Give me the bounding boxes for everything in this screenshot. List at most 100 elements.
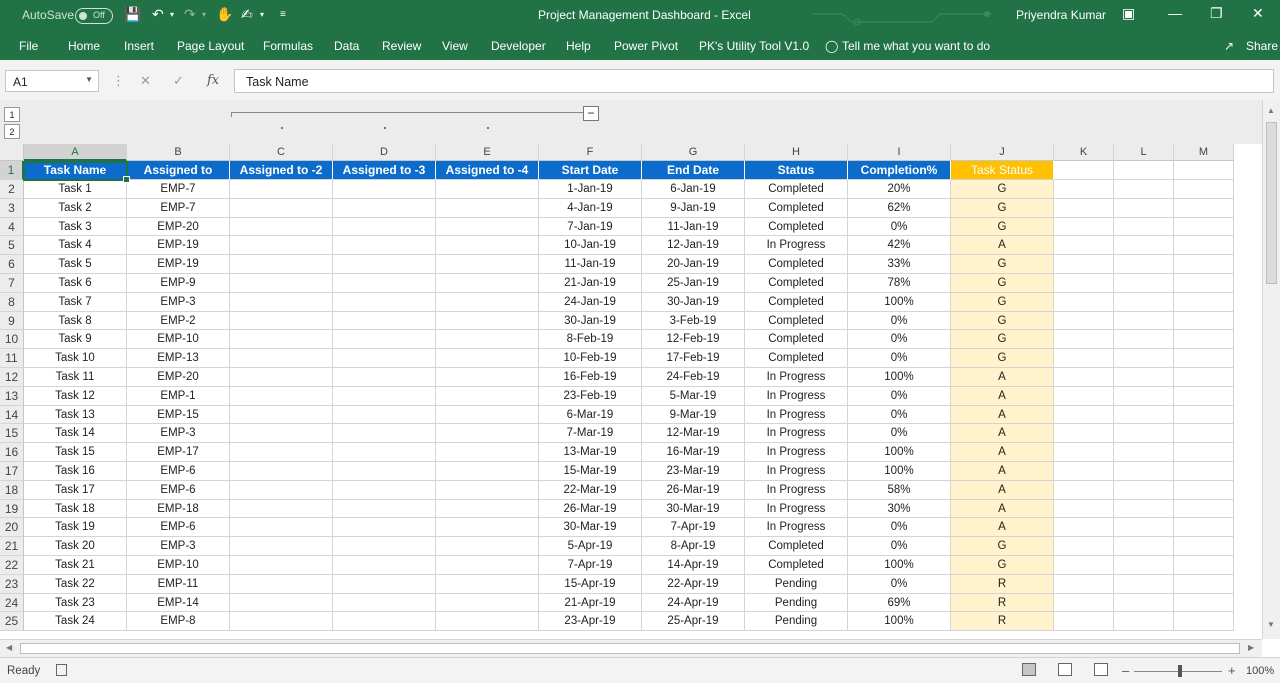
column-header-j[interactable]: J [951,144,1054,161]
table-cell[interactable] [230,405,333,425]
table-cell[interactable] [436,424,539,444]
table-cell[interactable]: 25-Apr-19 [642,612,745,632]
empty-cell[interactable] [1174,424,1234,444]
table-cell[interactable]: 1-Jan-19 [539,180,642,199]
table-cell[interactable]: 11-Jan-19 [642,217,745,237]
table-cell[interactable]: 0% [848,349,951,368]
row-header[interactable]: 18 [0,480,24,500]
column-header-a[interactable]: A [24,144,127,161]
empty-cell[interactable] [1114,386,1174,406]
empty-cell[interactable] [1054,405,1114,425]
save-icon[interactable]: 💾 [124,6,141,23]
empty-cell[interactable] [1054,480,1114,500]
empty-cell[interactable] [1174,236,1234,256]
table-cell[interactable]: 0% [848,405,951,425]
zoom-in-icon[interactable]: + [1228,663,1236,678]
table-cell[interactable]: 0% [848,330,951,350]
row-header[interactable]: 16 [0,443,24,462]
mouse-mode-icon[interactable]: ✍ [241,6,253,23]
table-cell[interactable] [436,556,539,575]
table-cell[interactable]: A [951,368,1054,387]
name-box[interactable]: A1 ▼ [5,70,99,92]
table-cell[interactable] [436,180,539,199]
table-cell[interactable]: 24-Apr-19 [642,593,745,613]
table-cell[interactable]: 23-Apr-19 [539,612,642,632]
share-button[interactable]: Share [1246,39,1278,53]
scroll-up-icon[interactable]: ▲ [1267,106,1275,115]
table-cell[interactable]: A [951,443,1054,462]
table-cell[interactable] [333,480,436,500]
table-cell[interactable]: 16-Mar-19 [642,443,745,462]
empty-cell[interactable] [1114,556,1174,575]
close-icon[interactable]: ✕ [1252,5,1264,22]
table-cell[interactable] [436,462,539,481]
table-cell[interactable]: G [951,274,1054,293]
empty-cell[interactable] [1054,612,1114,632]
autosave-toggle[interactable]: Off [75,8,113,24]
table-cell[interactable] [230,386,333,406]
empty-cell[interactable] [1054,537,1114,556]
row-header[interactable]: 20 [0,518,24,538]
table-cell[interactable]: 5-Mar-19 [642,386,745,406]
table-cell[interactable]: EMP-7 [127,180,230,199]
empty-cell[interactable] [1174,537,1234,556]
table-cell[interactable]: 26-Mar-19 [539,499,642,519]
row-header[interactable]: 14 [0,405,24,425]
table-cell[interactable] [436,255,539,274]
table-cell[interactable]: EMP-3 [127,292,230,312]
table-cell[interactable]: Task 4 [24,236,127,256]
table-cell[interactable] [436,292,539,312]
table-cell[interactable]: 25-Jan-19 [642,274,745,293]
table-cell[interactable]: Task 3 [24,217,127,237]
table-cell[interactable]: 17-Feb-19 [642,349,745,368]
empty-cell[interactable] [1174,518,1234,538]
confirm-entry-icon[interactable]: ✓ [173,73,184,89]
table-cell[interactable] [230,198,333,218]
table-cell[interactable]: Task 15 [24,443,127,462]
table-cell[interactable] [230,574,333,594]
redo-dropdown-icon[interactable]: ▾ [202,10,206,19]
table-header-cell[interactable]: Assigned to -2 [230,161,333,180]
table-cell[interactable]: Pending [745,574,848,594]
table-cell[interactable]: 10-Feb-19 [539,349,642,368]
table-cell[interactable] [230,518,333,538]
table-cell[interactable]: G [951,537,1054,556]
empty-cell[interactable] [1054,424,1114,444]
table-cell[interactable]: 22-Apr-19 [642,574,745,594]
table-cell[interactable]: EMP-13 [127,349,230,368]
table-cell[interactable]: Task 9 [24,330,127,350]
empty-cell[interactable] [1114,574,1174,594]
table-cell[interactable]: 24-Jan-19 [539,292,642,312]
table-cell[interactable]: 62% [848,198,951,218]
table-cell[interactable] [333,330,436,350]
table-cell[interactable]: 100% [848,612,951,632]
table-cell[interactable] [230,612,333,632]
zoom-slider-knob[interactable] [1178,665,1182,677]
table-cell[interactable]: EMP-6 [127,518,230,538]
table-cell[interactable]: EMP-10 [127,556,230,575]
row-header[interactable]: 24 [0,593,24,613]
table-cell[interactable] [333,368,436,387]
empty-cell[interactable] [1114,161,1174,180]
table-cell[interactable]: Task 21 [24,556,127,575]
empty-cell[interactable] [1174,349,1234,368]
insert-function-button[interactable]: fx [207,73,219,88]
empty-cell[interactable] [1054,349,1114,368]
row-header[interactable]: 1 [0,161,24,180]
table-cell[interactable] [333,443,436,462]
row-header[interactable]: 9 [0,311,24,331]
column-header-g[interactable]: G [642,144,745,161]
empty-cell[interactable] [1114,255,1174,274]
table-cell[interactable]: Completed [745,255,848,274]
table-cell[interactable] [436,480,539,500]
table-cell[interactable]: 0% [848,386,951,406]
table-cell[interactable] [436,274,539,293]
table-cell[interactable]: 6-Jan-19 [642,180,745,199]
table-cell[interactable]: Task 5 [24,255,127,274]
column-header-b[interactable]: B [127,144,230,161]
touch-mode-icon[interactable]: ✋ [216,6,233,23]
table-cell[interactable]: A [951,462,1054,481]
table-cell[interactable] [333,349,436,368]
table-cell[interactable]: Task 23 [24,593,127,613]
row-header[interactable]: 3 [0,198,24,218]
